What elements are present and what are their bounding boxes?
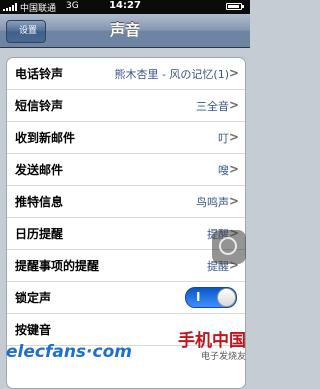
row-value: 三全音 [196, 100, 229, 113]
row-label: 提醒事项的提醒 [15, 259, 100, 273]
row-value: 鸟鸣声 [196, 196, 229, 209]
battery-icon [226, 3, 244, 10]
row-text-tone[interactable]: 短信铃声 三全音 > [7, 90, 245, 122]
row-value: 嗖 [218, 164, 229, 177]
row-label: 按键音 [15, 323, 52, 337]
assistive-touch-icon[interactable] [212, 230, 246, 264]
chevron-right-icon: > [228, 98, 239, 112]
row-calendar-alerts[interactable]: 日历提醒 提醒 > [7, 218, 245, 250]
row-label: 锁定声 [15, 291, 52, 305]
row-ringtone[interactable]: 电话铃声 熊木杏里 - 风の记忆(1) > [7, 58, 245, 90]
watermark-cnmo-text: 手机中国 [178, 331, 246, 351]
watermark-elecfans: elecfans·com [6, 342, 132, 362]
toggle-on-text: I [196, 290, 201, 304]
row-lock-sounds: 锁定声 I [7, 282, 245, 314]
row-label: 推特信息 [15, 195, 64, 209]
row-tweet[interactable]: 推特信息 鸟鸣声 > [7, 186, 245, 218]
lock-sounds-toggle[interactable]: I [185, 287, 237, 308]
chevron-right-icon: > [228, 66, 239, 80]
watermark-cnmo: 手机中国 电子发烧友 [140, 326, 250, 362]
row-label: 收到新邮件 [15, 131, 76, 145]
row-label: 日历提醒 [15, 227, 64, 241]
row-value: 叮 [218, 132, 229, 145]
status-bar: 中国联通 3G 14:27 [0, 0, 250, 14]
row-value: 熊木杏里 - 风の记忆(1) [114, 68, 229, 81]
row-new-mail[interactable]: 收到新邮件 叮 > [7, 122, 245, 154]
row-label: 电话铃声 [15, 67, 64, 81]
chevron-right-icon: > [228, 162, 239, 176]
row-reminder-alerts[interactable]: 提醒事项的提醒 提醒 > [7, 250, 245, 282]
chevron-right-icon: > [228, 130, 239, 144]
navigation-bar: 设置 声音 [0, 14, 250, 48]
row-label: 短信铃声 [15, 99, 64, 113]
chevron-right-icon: > [228, 194, 239, 208]
clock: 14:27 [109, 0, 141, 11]
page-title: 声音 [109, 21, 140, 39]
toggle-knob [217, 288, 236, 307]
row-label: 发送邮件 [15, 163, 64, 177]
row-sent-mail[interactable]: 发送邮件 嗖 > [7, 154, 245, 186]
